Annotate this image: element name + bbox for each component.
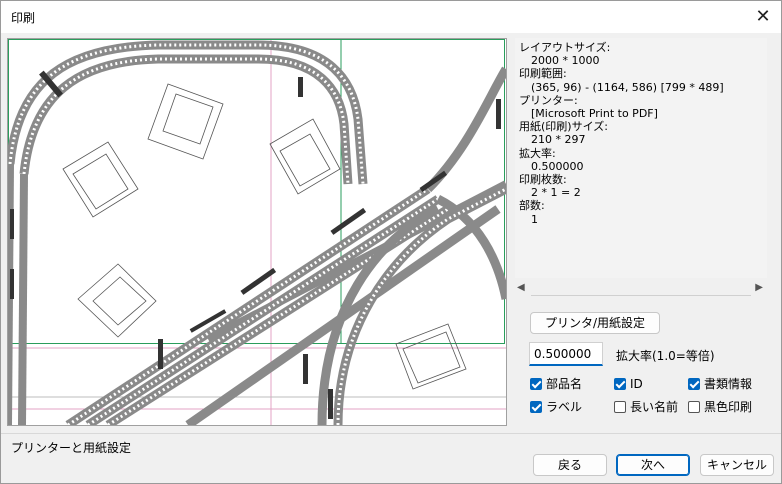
checkbox-label: 黒色印刷	[704, 400, 753, 414]
info-label: プリンター:	[519, 93, 578, 107]
checkbox-label: ラベル	[546, 400, 583, 414]
info-label: レイアウトサイズ:	[519, 41, 611, 54]
next-button[interactable]: 次へ	[616, 454, 690, 476]
close-icon[interactable]: ✕	[745, 3, 781, 31]
checkbox-checked-icon[interactable]	[614, 378, 626, 390]
info-label: 部数:	[519, 199, 545, 213]
checkbox-checked-icon[interactable]	[688, 378, 700, 390]
checkbox-checked-icon[interactable]	[530, 378, 542, 390]
dialog-title: 印刷	[11, 11, 36, 25]
checkbox-unchecked-icon[interactable]	[614, 401, 626, 413]
layout-drawing	[8, 39, 506, 425]
track-labels	[10, 70, 501, 419]
info-scrollbar[interactable]: ◀ ▶	[515, 281, 767, 297]
scroll-left-icon[interactable]: ◀	[517, 282, 525, 293]
checkbox-black-print[interactable]: 黒色印刷	[688, 399, 752, 415]
info-value: (365, 96) - (1164, 586) [799 * 489]	[531, 80, 724, 94]
info-value: 210 * 297	[531, 133, 586, 147]
checkbox-label-option[interactable]: ラベル	[530, 399, 582, 415]
checkbox-label: 書類情報	[704, 377, 753, 391]
title-bar: 印刷 ✕	[1, 1, 781, 33]
status-text: プリンターと用紙設定	[11, 441, 132, 455]
scroll-right-icon[interactable]: ▶	[755, 282, 763, 293]
checkbox-long-name[interactable]: 長い名前	[614, 399, 678, 415]
scroll-track[interactable]	[531, 295, 751, 296]
checkbox-part-name[interactable]: 部品名	[530, 376, 582, 392]
scale-input[interactable]: 0.500000	[529, 342, 603, 366]
checkbox-label: ID	[630, 377, 643, 391]
info-label: 拡大率:	[519, 146, 556, 160]
checkbox-label: 長い名前	[630, 400, 679, 414]
info-label: 印刷枚数:	[519, 173, 567, 187]
info-label: 用紙(印刷)サイズ:	[519, 120, 608, 134]
checkbox-unchecked-icon[interactable]	[688, 401, 700, 413]
info-value: 2000 * 1000	[531, 54, 600, 68]
back-button[interactable]: 戻る	[533, 454, 607, 476]
info-label: 印刷範囲:	[519, 67, 567, 81]
track-right-curves	[317, 66, 506, 425]
checkbox-label: 部品名	[546, 377, 583, 391]
info-value: [Microsoft Print to PDF]	[531, 107, 658, 121]
info-value: 1	[531, 212, 538, 226]
cancel-button[interactable]: キャンセル	[700, 454, 774, 476]
scale-label: 拡大率(1.0=等倍)	[616, 349, 715, 363]
printer-setup-button[interactable]: プリンタ/用紙設定	[530, 312, 660, 334]
track-outer-arc	[8, 40, 368, 185]
print-preview[interactable]	[7, 38, 507, 426]
info-value: 2 * 1 = 2	[531, 186, 581, 200]
separator	[1, 433, 781, 434]
checkbox-checked-icon[interactable]	[530, 401, 542, 413]
checkbox-document-info[interactable]: 書類情報	[688, 376, 752, 392]
print-info-panel: レイアウトサイズ: 2000 * 1000 印刷範囲: (365, 96) - …	[515, 38, 767, 278]
info-value: 0.500000	[531, 159, 584, 173]
print-dialog: 印刷 ✕ レイアウトサイズ: 2000 * 1000 印刷範囲: (365, 9…	[0, 0, 782, 484]
checkbox-id[interactable]: ID	[614, 376, 643, 392]
